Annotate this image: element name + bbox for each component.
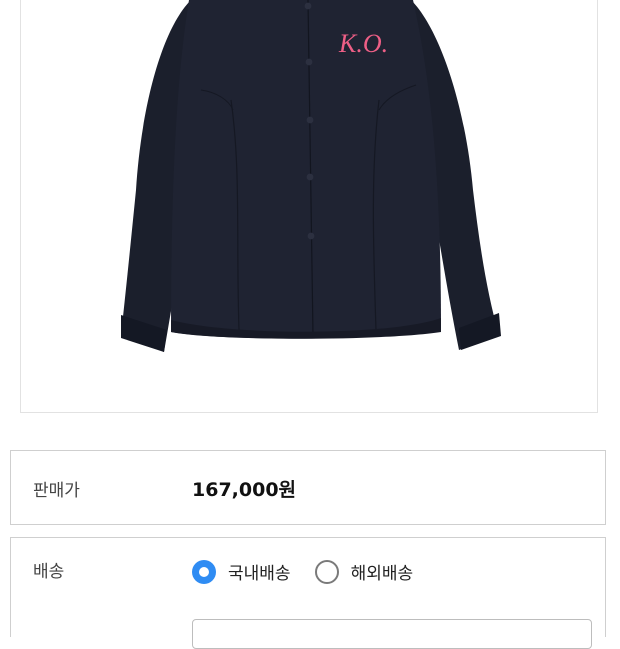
shipping-option-label[interactable]: 국내배송 bbox=[228, 559, 291, 584]
price-label: 판매가 bbox=[33, 481, 80, 501]
product-image: K.O. bbox=[20, 0, 598, 413]
shipping-label: 배송 bbox=[33, 562, 65, 582]
option-select[interactable] bbox=[192, 619, 592, 649]
price-value: 167,000원 bbox=[192, 479, 297, 501]
logo-text: K.O. bbox=[338, 29, 388, 58]
shipping-option-label[interactable]: 해외배송 bbox=[351, 559, 414, 584]
shipping-row: 배송 국내배송 해외배송 bbox=[10, 537, 606, 649]
shipping-option-domestic[interactable]: 국내배송 bbox=[192, 559, 291, 584]
price-row: 판매가 167,000원 bbox=[10, 450, 606, 525]
shipping-options: 국내배송 해외배송 bbox=[192, 559, 437, 584]
radio-unselected-icon[interactable] bbox=[314, 559, 339, 584]
shirt-image: K.O. bbox=[121, 0, 501, 352]
shipping-option-overseas[interactable]: 해외배송 bbox=[314, 559, 414, 584]
radio-selected-icon[interactable] bbox=[192, 559, 216, 584]
